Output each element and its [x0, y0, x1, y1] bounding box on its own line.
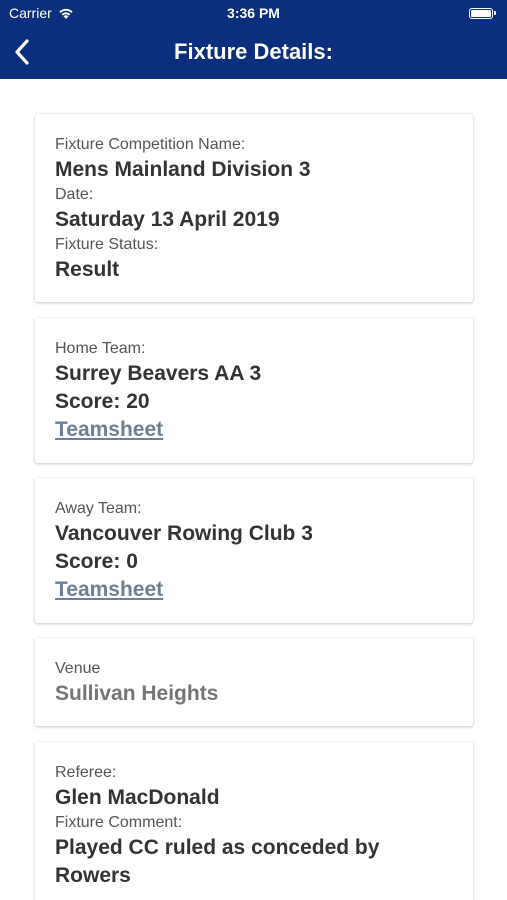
- navigation-bar: Fixture Details:: [0, 28, 507, 79]
- competition-label: Fixture Competition Name:: [55, 136, 246, 153]
- battery-icon: [469, 7, 497, 19]
- referee-label: Referee:: [55, 764, 117, 781]
- home-team-score: Score: 20: [55, 390, 150, 413]
- venue-label: Venue: [55, 660, 101, 677]
- status-time: 3:36 PM: [227, 5, 280, 21]
- comment-label: Fixture Comment:: [55, 814, 183, 831]
- fixture-details-content: Fixture Competition Name: Mens Mainland …: [0, 79, 507, 900]
- home-team-label: Home Team:: [55, 340, 146, 357]
- header: Carrier 3:36 PM Fixture Details:: [0, 0, 507, 79]
- referee-name: Glen MacDonald: [55, 786, 220, 809]
- home-team-card: Home Team: Surrey Beavers AA 3 Score: 20…: [35, 318, 473, 463]
- venue-card: Venue Sullivan Heights: [35, 638, 473, 726]
- status-bar: Carrier 3:36 PM: [0, 0, 507, 28]
- officials-card: Referee: Glen MacDonald Fixture Comment:…: [35, 742, 473, 900]
- fixture-info-card: Fixture Competition Name: Mens Mainland …: [35, 114, 473, 302]
- date-label: Date:: [55, 186, 94, 203]
- page-title: Fixture Details:: [174, 39, 333, 64]
- status-label: Fixture Status:: [55, 236, 159, 253]
- fixture-comment: Played CC ruled as conceded by Rowers: [55, 836, 380, 887]
- competition-name: Mens Mainland Division 3: [55, 158, 311, 181]
- home-team-name: Surrey Beavers AA 3: [55, 362, 262, 385]
- home-teamsheet-link[interactable]: Teamsheet: [55, 418, 163, 441]
- away-teamsheet-link[interactable]: Teamsheet: [55, 578, 163, 601]
- fixture-date: Saturday 13 April 2019: [55, 208, 280, 231]
- venue-name: Sullivan Heights: [55, 682, 219, 705]
- away-team-score: Score: 0: [55, 550, 138, 573]
- fixture-status: Result: [55, 258, 120, 281]
- away-team-label: Away Team:: [55, 500, 142, 517]
- away-team-name: Vancouver Rowing Club 3: [55, 522, 313, 545]
- away-team-card: Away Team: Vancouver Rowing Club 3 Score…: [35, 478, 473, 623]
